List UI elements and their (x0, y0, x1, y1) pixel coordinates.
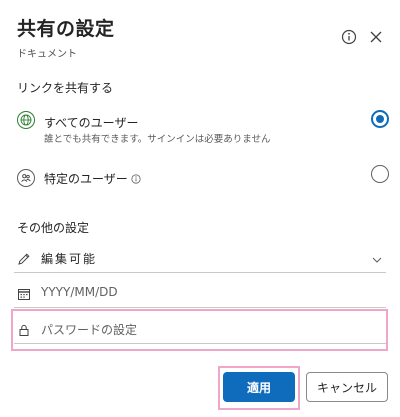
apply-button[interactable]: 適用 (223, 372, 295, 402)
option-specific-people-label: 特定のユーザー (44, 172, 128, 186)
password-highlight-box (11, 309, 388, 351)
cancel-button[interactable]: キャンセル (306, 372, 388, 402)
dialog-title: 共有の設定 (17, 18, 115, 40)
radio-anyone[interactable] (371, 110, 389, 128)
globe-icon (17, 111, 35, 129)
permission-value: 編集可能 (41, 252, 98, 266)
permission-dropdown[interactable]: 編集可能 (14, 243, 386, 273)
other-settings-section-label: その他の設定 (17, 221, 90, 235)
share-link-section-label: リンクを共有する (17, 81, 114, 95)
calendar-icon (17, 286, 31, 300)
info-icon[interactable] (339, 27, 359, 47)
permission-underline (14, 272, 386, 273)
chevron-down-icon[interactable] (371, 251, 383, 270)
option-anyone-title: すべてのユーザー (44, 116, 139, 130)
close-icon[interactable] (366, 27, 386, 47)
radio-specific-people[interactable] (371, 165, 389, 183)
pencil-icon (17, 251, 31, 265)
expiry-underline (14, 307, 386, 308)
option-anyone-description: 誰とでも共有できます。サインインは必要ありません (44, 134, 271, 145)
expiry-date-field[interactable]: YYYY/MM/DD (14, 278, 386, 308)
expiry-date-placeholder: YYYY/MM/DD (41, 285, 118, 299)
dialog-subtitle: ドキュメント (17, 49, 77, 60)
info-small-icon[interactable] (131, 173, 141, 187)
people-icon (17, 169, 35, 187)
option-specific-people-title: 特定のユーザー (44, 170, 141, 187)
